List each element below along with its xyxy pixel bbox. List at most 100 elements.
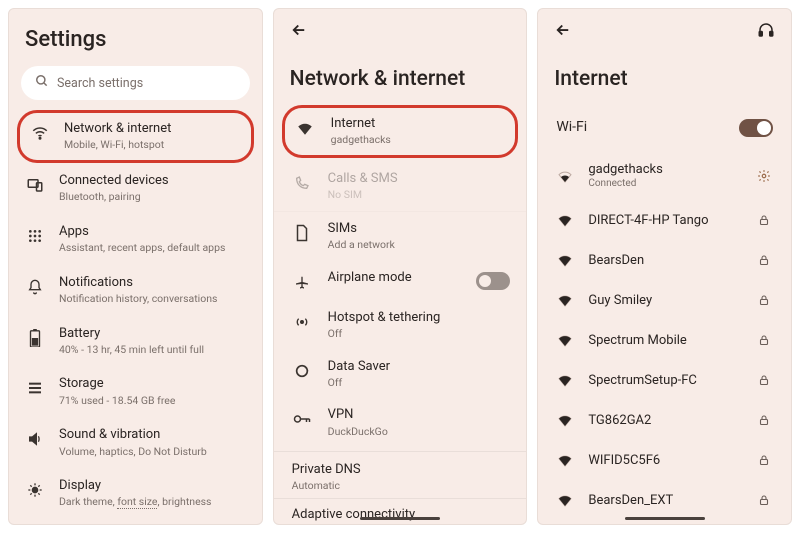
- wifi-label: Wi-Fi: [556, 119, 739, 135]
- network-item-title: Data Saver: [328, 359, 511, 375]
- settings-item-title: Display: [59, 478, 250, 494]
- settings-item-title: Apps: [59, 224, 250, 240]
- airplane-toggle[interactable]: [476, 272, 510, 290]
- settings-item-sub: Mobile, Wi-Fi, hotspot: [64, 138, 243, 152]
- settings-item-apps[interactable]: Apps Assistant, recent apps, default app…: [9, 214, 262, 265]
- panel-internet: Internet Wi-Fi gadgethacks Connected DIR…: [537, 8, 792, 525]
- network-status: Connected: [588, 178, 741, 189]
- network-name: TG862GA2: [588, 413, 741, 428]
- network-row[interactable]: DIRECT-4F-HP Tango: [538, 200, 791, 240]
- apps-icon: [25, 226, 45, 246]
- network-item-calls: Calls & SMS No SIM: [274, 162, 527, 212]
- settings-item-title: Notifications: [59, 275, 250, 291]
- settings-item-sub: Bluetooth, pairing: [59, 190, 250, 204]
- wifi-signal-icon: [556, 491, 574, 509]
- wifi-signal-icon: [556, 411, 574, 429]
- settings-item-network[interactable]: Network & internet Mobile, Wi-Fi, hotspo…: [17, 110, 254, 163]
- lock-icon: [755, 491, 773, 509]
- network-item-sims[interactable]: SIMs Add a network: [274, 212, 527, 261]
- network-row[interactable]: WIFID5C5F6: [538, 440, 791, 480]
- network-item-internet[interactable]: Internet gadgethacks: [282, 105, 519, 158]
- network-item-sub: Off: [328, 327, 511, 341]
- settings-item-title: Sound & vibration: [59, 427, 250, 443]
- network-item-title: Internet: [331, 116, 508, 132]
- wifi-signal-icon: [556, 211, 574, 229]
- settings-item-storage[interactable]: Storage 71% used - 18.54 GB free: [9, 366, 262, 417]
- network-item-title: Calls & SMS: [328, 171, 511, 187]
- wifi-toggle-row[interactable]: Wi-Fi: [538, 105, 791, 151]
- network-item-datasaver[interactable]: Data Saver Off: [274, 350, 527, 399]
- wifi-signal-icon: [556, 291, 574, 309]
- back-button[interactable]: [290, 24, 308, 43]
- settings-item-battery[interactable]: Battery 40% - 13 hr, 45 min left until f…: [9, 316, 262, 367]
- network-item-sub: No SIM: [328, 188, 511, 202]
- network-item-title: Airplane mode: [328, 270, 461, 286]
- wifi-signal-icon: [556, 251, 574, 269]
- network-row[interactable]: BearsDen: [538, 240, 791, 280]
- network-item-sub: gadgethacks: [331, 133, 508, 147]
- sim-icon: [292, 223, 312, 243]
- network-item-sub: DuckDuckGo: [328, 425, 511, 439]
- datasaver-icon: [292, 361, 312, 381]
- network-item-sub: Off: [328, 376, 511, 390]
- lock-icon: [755, 451, 773, 469]
- search-input[interactable]: Search settings: [21, 66, 250, 100]
- network-item-hotspot[interactable]: Hotspot & tethering Off: [274, 301, 527, 350]
- headset-icon[interactable]: [757, 21, 775, 43]
- page-title: Network & internet: [274, 47, 527, 105]
- wifi-signal-icon: [556, 371, 574, 389]
- network-name: Guy Smiley: [588, 293, 741, 308]
- display-icon: [25, 480, 45, 500]
- settings-item-title: Storage: [59, 376, 250, 392]
- network-item-title: SIMs: [328, 221, 511, 237]
- settings-item-sub: Assistant, recent apps, default apps: [59, 241, 250, 255]
- network-name: BearsDen_EXT: [588, 493, 741, 508]
- network-row[interactable]: Spectrum Mobile: [538, 320, 791, 360]
- lock-icon: [755, 411, 773, 429]
- network-row[interactable]: BearsDen_EXT: [538, 480, 791, 520]
- settings-item-sub: Notification history, conversations: [59, 292, 250, 306]
- home-indicator[interactable]: [360, 517, 440, 520]
- panel-settings: Settings Search settings Network & inter…: [8, 8, 263, 525]
- network-row[interactable]: gadgethacks Connected: [538, 151, 791, 200]
- sound-icon: [25, 429, 45, 449]
- wifi-signal-icon: [556, 167, 574, 185]
- network-row[interactable]: SpectrumSetup-FC: [538, 360, 791, 400]
- lock-icon: [755, 251, 773, 269]
- network-name: BearsDen: [588, 253, 741, 268]
- network-name: gadgethacks: [588, 162, 741, 177]
- wifi-filled-icon: [295, 118, 315, 138]
- page-title: Internet: [538, 47, 791, 105]
- settings-item-sub: Volume, haptics, Do Not Disturb: [59, 445, 250, 459]
- network-name: SpectrumSetup-FC: [588, 373, 741, 388]
- lock-icon: [755, 331, 773, 349]
- lock-icon: [755, 371, 773, 389]
- network-row[interactable]: Guy Smiley: [538, 280, 791, 320]
- search-placeholder: Search settings: [57, 76, 143, 91]
- settings-item-title: Connected devices: [59, 173, 250, 189]
- network-name: WIFID5C5F6: [588, 453, 741, 468]
- private-dns-sub: Automatic: [274, 479, 527, 498]
- vpn-icon: [292, 409, 312, 429]
- network-item-airplane[interactable]: Airplane mode: [274, 261, 527, 301]
- settings-item-connected[interactable]: Connected devices Bluetooth, pairing: [9, 163, 262, 214]
- settings-item-title: Network & internet: [64, 121, 243, 137]
- network-row[interactable]: TG862GA2: [538, 400, 791, 440]
- gear-icon[interactable]: [755, 167, 773, 185]
- back-button[interactable]: [554, 21, 572, 43]
- settings-item-sub: 40% - 13 hr, 45 min left until full: [59, 343, 250, 357]
- settings-item-sound[interactable]: Sound & vibration Volume, haptics, Do No…: [9, 417, 262, 468]
- wifi-signal-icon: [556, 331, 574, 349]
- settings-item-display[interactable]: Display Dark theme, font size, brightnes…: [9, 468, 262, 519]
- private-dns-title[interactable]: Private DNS: [274, 452, 527, 479]
- network-item-vpn[interactable]: VPN DuckDuckGo: [274, 398, 527, 447]
- panel-network: Network & internet Internet gadgethacks …: [273, 8, 528, 525]
- devices-icon: [25, 175, 45, 195]
- wifi-signal-icon: [556, 451, 574, 469]
- settings-item-notifications[interactable]: Notifications Notification history, conv…: [9, 265, 262, 316]
- lock-icon: [755, 291, 773, 309]
- network-item-sub: Add a network: [328, 238, 511, 252]
- home-indicator[interactable]: [625, 517, 705, 520]
- network-item-title: VPN: [328, 407, 511, 423]
- wifi-toggle[interactable]: [739, 119, 773, 137]
